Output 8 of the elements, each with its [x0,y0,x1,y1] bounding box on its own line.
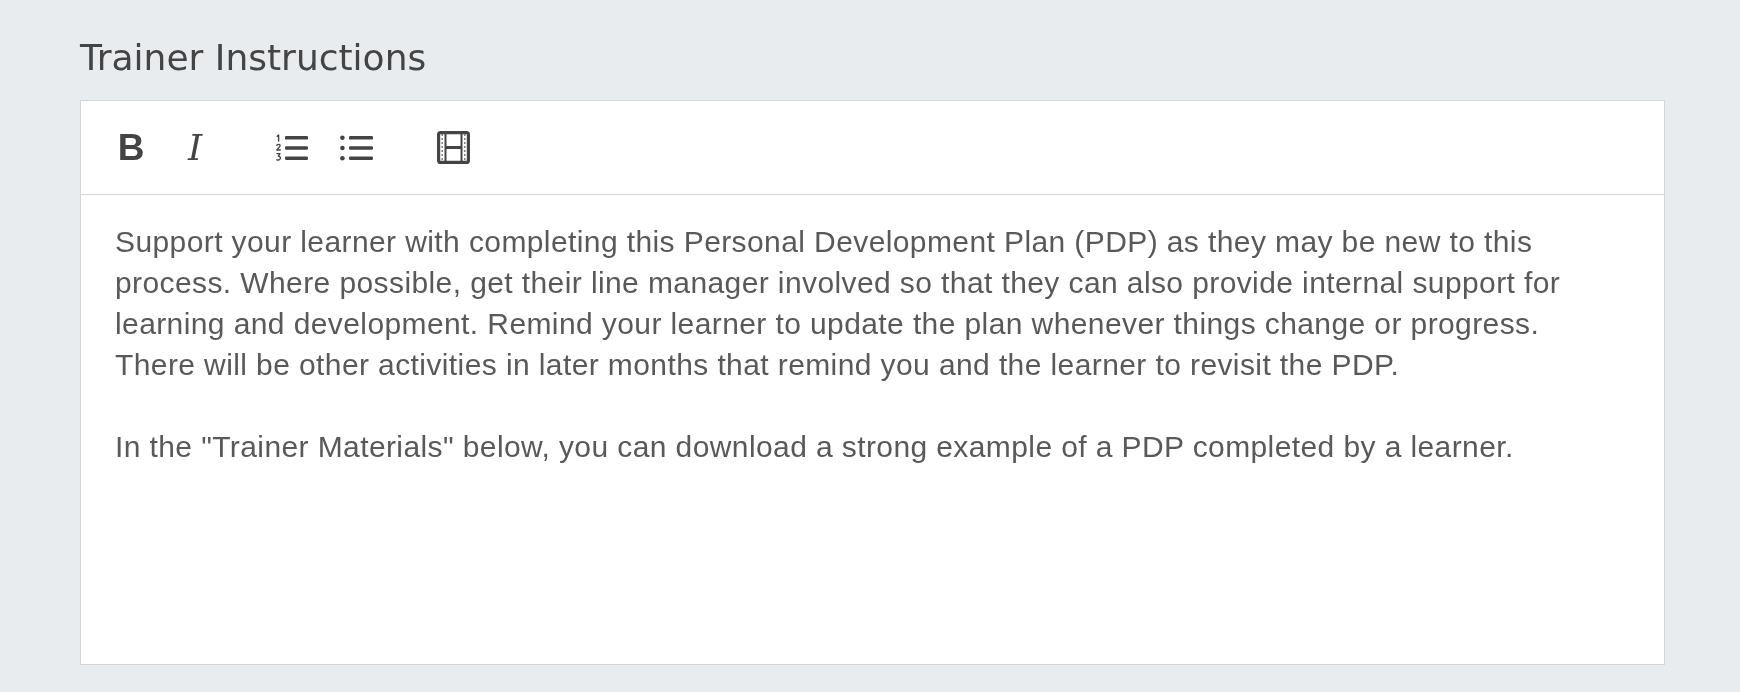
editor-paragraph: In the "Trainer Materials" below, you can download a strong example of a PDP completed by a learner. [115,429,1515,465]
bulleted-list-icon [339,133,373,162]
italic-button[interactable]: I [173,125,217,170]
film-icon [436,131,470,164]
numbered-list-icon [276,133,308,162]
bold-button[interactable]: B [109,125,153,170]
section-title: Trainer Instructions [80,36,428,80]
editor-paragraph: Support your learner with completing this Personal Development Plan (PDP) as they may be new to this process. Where possible, get their line manager involved so that they can also provide internal support for learning and development. Remind your learner to update the plan whenever things change or progress. There will be other activities in later months that remind you and the learner to revisit the PDP. [115,224,1562,383]
